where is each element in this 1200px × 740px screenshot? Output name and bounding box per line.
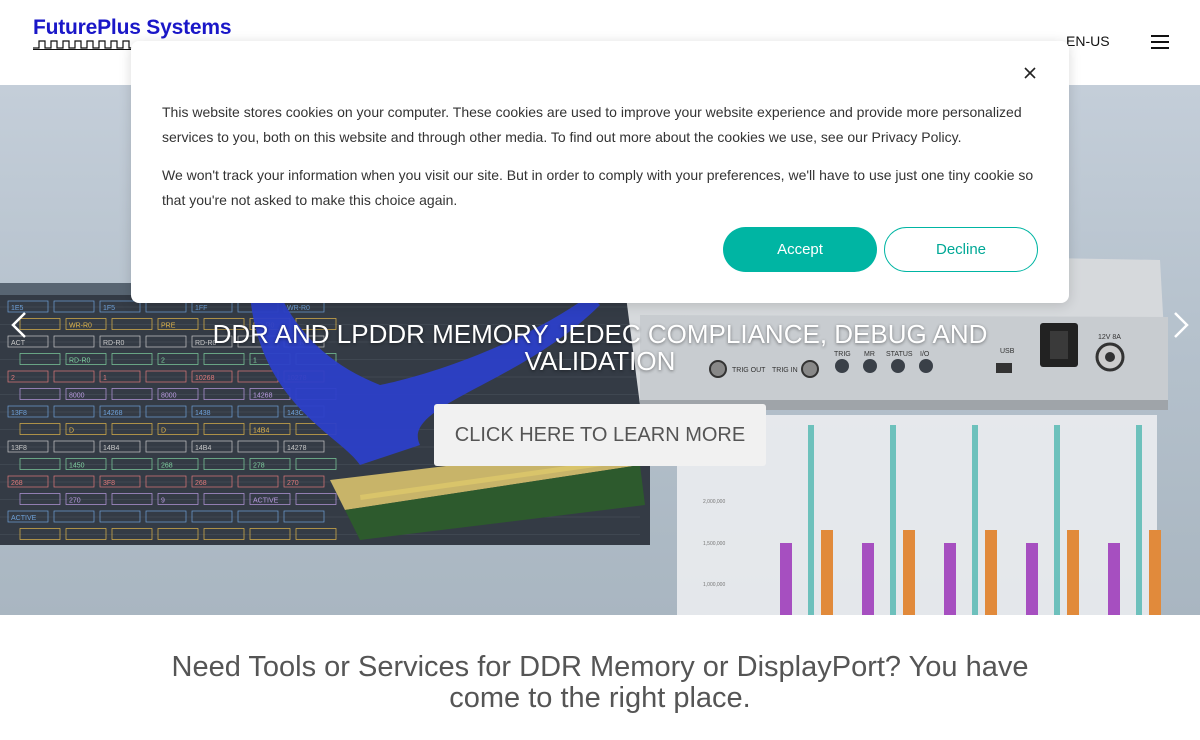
chart-bar <box>1108 543 1120 615</box>
chart-bar-highlight <box>972 425 978 615</box>
cookie-text: This website stores cookies on your comp… <box>162 104 1022 145</box>
accept-button[interactable]: Accept <box>723 227 877 272</box>
waveform-label: 278 <box>253 463 265 470</box>
waveform-label: 268 <box>161 463 173 470</box>
chart-bar-highlight <box>890 425 896 615</box>
waveform-label: 270 <box>69 498 81 505</box>
chart-bar <box>862 543 874 615</box>
waveform-label: 9 <box>161 498 165 505</box>
waveform-label: 2 <box>11 375 15 382</box>
waveform-label: 14B4 <box>253 428 269 435</box>
waveform-label: 1450 <box>69 463 85 470</box>
waveform-label: PRE <box>161 323 176 330</box>
cookie-text-preferences: We won't track your information when you… <box>162 167 1034 208</box>
waveform-label: D <box>161 428 166 435</box>
waveform-label: RD-R0 <box>103 340 124 347</box>
tagline: Need Tools or Services for DDR Memory or… <box>171 651 1029 714</box>
chevron-left-icon[interactable] <box>8 310 32 340</box>
waveform-label: 1FF <box>195 305 207 312</box>
waveform-label: ACTIVE <box>253 498 279 505</box>
chart-tick-label: 1,000,000 <box>703 582 725 588</box>
waveform-label: ACTIVE <box>11 515 37 522</box>
logo-waveform-icon <box>33 40 133 50</box>
chart-tick-label: 1,500,000 <box>703 541 725 547</box>
chart-tick-label: 2,000,000 <box>703 499 725 505</box>
chevron-right-icon[interactable] <box>1168 310 1192 340</box>
waveform-label: 14B4 <box>103 445 119 452</box>
decline-button[interactable]: Decline <box>884 227 1038 272</box>
waveform-label: 8000 <box>161 393 177 400</box>
chart-bar-highlight <box>808 425 814 615</box>
waveform-label: 14268 <box>253 393 273 400</box>
logo-text: FuturePlus Systems <box>33 16 232 39</box>
learn-more-button[interactable]: CLICK HERE TO LEARN MORE <box>434 404 766 466</box>
waveform-label: 8000 <box>69 393 85 400</box>
waveform-label: WR-R0 <box>69 323 92 330</box>
waveform-label: ACT <box>11 340 26 347</box>
waveform-label: 268 <box>11 480 23 487</box>
waveform-label: 14278 <box>287 445 307 452</box>
cookie-consent-dialog: This website stores cookies on your comp… <box>131 41 1069 303</box>
chart-bar <box>944 543 956 615</box>
device-label: 12V 8A <box>1098 334 1121 341</box>
waveform-label: 1 <box>103 375 107 382</box>
waveform-label: 10268 <box>195 375 215 382</box>
hamburger-menu-icon[interactable] <box>1151 35 1169 51</box>
waveform-label: 13F8 <box>11 410 27 417</box>
waveform-label: 13F8 <box>11 445 27 452</box>
waveform-label: 1438 <box>195 410 211 417</box>
waveform-label: 268 <box>195 480 207 487</box>
chart-bar <box>903 530 915 615</box>
waveform-label: WR-R0 <box>287 305 310 312</box>
waveform-label: 14268 <box>103 410 123 417</box>
waveform-label: 14B4 <box>195 445 211 452</box>
waveform-label: 2 <box>161 358 165 365</box>
chart-bar <box>1149 530 1161 615</box>
waveform-label: D <box>69 428 74 435</box>
chart-bar <box>1067 530 1079 615</box>
close-icon[interactable] <box>1022 65 1038 81</box>
waveform-label: RD-R0 <box>69 358 90 365</box>
chart-bar <box>780 543 792 615</box>
chart-bar <box>985 530 997 615</box>
chart-bar <box>821 530 833 615</box>
waveform-label: 3F8 <box>103 480 115 487</box>
waveform-label: 1F5 <box>103 305 115 312</box>
hero-title: DDR AND LPDDR MEMORY JEDEC COMPLIANCE, D… <box>212 319 988 376</box>
chart-bar-highlight <box>1054 425 1060 615</box>
language-selector[interactable]: EN-US <box>1066 33 1110 49</box>
waveform-label: 270 <box>287 480 299 487</box>
chart-bar-highlight <box>1136 425 1142 615</box>
waveform-label: 143C <box>287 410 304 417</box>
chart-bar <box>1026 543 1038 615</box>
